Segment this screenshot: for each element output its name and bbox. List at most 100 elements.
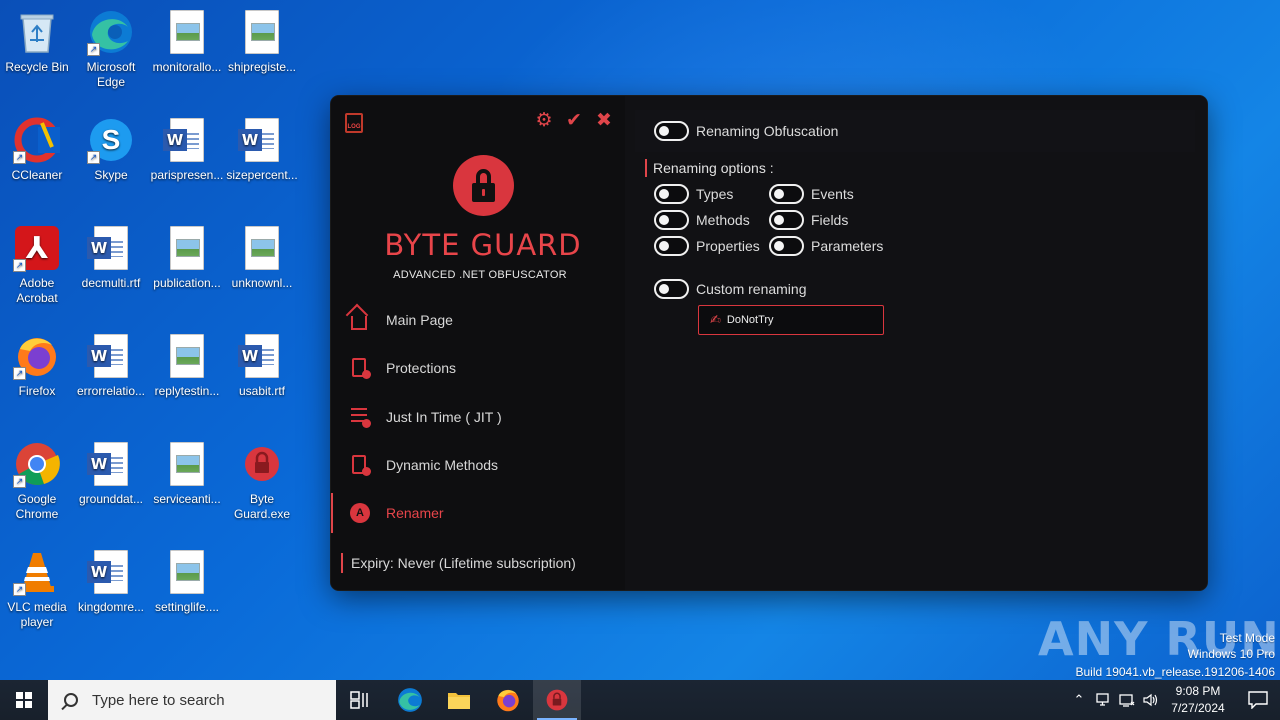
ccleaner-icon: ↗: [13, 116, 61, 164]
start-button[interactable]: [0, 680, 48, 720]
desktop-icon-adobe-acrobat[interactable]: ⅄ ↗ Adobe Acrobat: [0, 224, 75, 306]
desktop-icon-label: kingdomre...: [77, 600, 145, 614]
types-toggle[interactable]: [654, 184, 689, 204]
desktop-icon-skype[interactable]: S ↗ Skype: [73, 116, 149, 183]
fields-toggle[interactable]: [769, 210, 804, 230]
desktop-icon-decmulti[interactable]: W decmulti.rtf: [73, 224, 149, 291]
desktop-icon-vlc-media-player[interactable]: ↗ VLC media player: [0, 548, 75, 630]
desktop-icon-label: errorrelatio...: [76, 384, 146, 398]
windows-logo-icon: [16, 692, 32, 708]
minimize-check-icon[interactable]: ✔: [563, 110, 585, 132]
desktop-icon-grounddat[interactable]: W grounddat...: [73, 440, 149, 507]
taskbar: Type here to search ⌃ 9:08 PM 7/27/2024: [0, 680, 1280, 720]
image-file-icon: [163, 440, 211, 488]
desktop-icon-replytestin[interactable]: replytestin...: [149, 332, 225, 399]
firefox-icon: [497, 689, 519, 712]
settings-gear-icon[interactable]: ⚙: [533, 110, 555, 132]
image-file-icon: [163, 332, 211, 380]
nav-item-dynamic-methods[interactable]: Dynamic Methods: [331, 445, 625, 485]
nav-item-jit[interactable]: Just In Time ( JIT ): [331, 397, 625, 437]
desktop-icon-label: decmulti.rtf: [81, 276, 141, 290]
vlc-icon: ↗: [13, 548, 61, 596]
recycle-bin-icon: [13, 8, 61, 56]
parameters-toggle[interactable]: [769, 236, 804, 256]
taskbar-firefox[interactable]: [484, 680, 532, 720]
events-toggle[interactable]: [769, 184, 804, 204]
sidebar: LOG ⚙ ✔ ✖ BYTE GUARD ADVANCED .NET OBFUS…: [331, 96, 625, 590]
nav-item-main-page[interactable]: Main Page: [331, 300, 625, 340]
system-clock[interactable]: 9:08 PM 7/27/2024: [1160, 683, 1236, 717]
desktop-icon-label: monitorallo...: [152, 60, 222, 74]
desktop-icon-label: Skype: [94, 168, 128, 182]
network-status-icon[interactable]: [1092, 680, 1114, 720]
properties-toggle[interactable]: [654, 236, 689, 256]
image-file-icon: [163, 548, 211, 596]
desktop-icon-label: Firefox: [18, 384, 56, 398]
notification-icon: [1248, 691, 1268, 709]
desktop-icon-firefox[interactable]: ↗ Firefox: [0, 332, 75, 399]
desktop-icon-microsoft-edge[interactable]: ↗ Microsoft Edge: [73, 8, 149, 90]
file-shield-icon: [349, 357, 371, 379]
desktop-icon-byte-guard[interactable]: Byte Guard.exe: [224, 440, 300, 522]
events-label: Events: [811, 186, 854, 202]
nav-item-renamer[interactable]: A Renamer: [331, 493, 625, 533]
taskbar-search[interactable]: Type here to search: [48, 680, 336, 720]
image-file-icon: [238, 224, 286, 272]
word-file-icon: W: [163, 116, 211, 164]
desktop-icon-usabit[interactable]: W usabit.rtf: [224, 332, 300, 399]
nav-label: Protections: [386, 360, 457, 376]
renaming-obfuscation-label: Renaming Obfuscation: [696, 123, 839, 139]
firefox-icon: ↗: [13, 332, 61, 380]
word-file-icon: W: [87, 332, 135, 380]
search-placeholder: Type here to search: [92, 691, 225, 709]
byte-guard-icon: [238, 440, 286, 488]
close-icon[interactable]: ✖: [593, 110, 615, 132]
desktop-icon-errorrelatio[interactable]: W errorrelatio...: [73, 332, 149, 399]
desktop-icon-label: Adobe Acrobat: [16, 276, 58, 305]
desktop-icon-label: publication...: [153, 276, 221, 290]
desktop-icon-serviceanti[interactable]: serviceanti...: [149, 440, 225, 507]
nav-label: Just In Time ( JIT ): [386, 409, 502, 425]
brand-title: BYTE GUARD: [384, 228, 582, 262]
desktop-icon-sizepercent[interactable]: W sizepercent...: [224, 116, 300, 183]
methods-toggle[interactable]: [654, 210, 689, 230]
desktop-icon-label: settinglife....: [154, 600, 220, 614]
desktop-icon-parispresen[interactable]: W parispresen...: [149, 116, 225, 183]
desktop-icon-kingdomre[interactable]: W kingdomre...: [73, 548, 149, 615]
word-file-icon: W: [87, 548, 135, 596]
notification-center-button[interactable]: [1236, 680, 1280, 720]
desktop-icon-recycle-bin[interactable]: Recycle Bin: [0, 8, 75, 75]
clock-date: 7/27/2024: [1171, 701, 1225, 715]
nav-item-protections[interactable]: Protections: [331, 348, 625, 388]
task-view-button[interactable]: [336, 680, 384, 720]
network-icon[interactable]: [1116, 680, 1138, 720]
desktop-icon-publication[interactable]: publication...: [149, 224, 225, 291]
image-file-icon: [163, 8, 211, 56]
skype-icon: S ↗: [87, 116, 135, 164]
clock-time: 9:08 PM: [1175, 684, 1221, 698]
show-hidden-icons-chevron-up-icon[interactable]: ⌃: [1068, 680, 1090, 720]
taskbar-edge[interactable]: [386, 680, 434, 720]
custom-renaming-input[interactable]: [726, 314, 867, 326]
desktop-icon-shipregiste[interactable]: shipregiste...: [224, 8, 300, 75]
byte-guard-icon: [546, 689, 568, 711]
custom-renaming-field[interactable]: ✍: [698, 305, 884, 335]
taskbar-file-explorer[interactable]: [435, 680, 483, 720]
desktop-icon-label: shipregiste...: [227, 60, 297, 74]
desktop-icon-google-chrome[interactable]: ↗ Google Chrome: [0, 440, 75, 522]
signature-icon: ✍: [710, 312, 721, 327]
desktop-icon-unknownl[interactable]: unknownl...: [224, 224, 300, 291]
volume-icon[interactable]: [1140, 680, 1162, 720]
desktop-icon-label: parispresen...: [150, 168, 224, 182]
taskbar-byte-guard[interactable]: [533, 680, 581, 720]
log-icon[interactable]: LOG: [345, 113, 363, 133]
word-file-icon: W: [238, 116, 286, 164]
parameters-label: Parameters: [811, 238, 884, 254]
desktop-icon-settinglife[interactable]: settinglife....: [149, 548, 225, 615]
custom-renaming-toggle[interactable]: [654, 279, 689, 299]
image-file-icon: [238, 8, 286, 56]
word-file-icon: W: [87, 440, 135, 488]
desktop-icon-monitorallo[interactable]: monitorallo...: [149, 8, 225, 75]
renaming-obfuscation-toggle[interactable]: [654, 121, 689, 141]
desktop-icon-ccleaner[interactable]: ↗ CCleaner: [0, 116, 75, 183]
